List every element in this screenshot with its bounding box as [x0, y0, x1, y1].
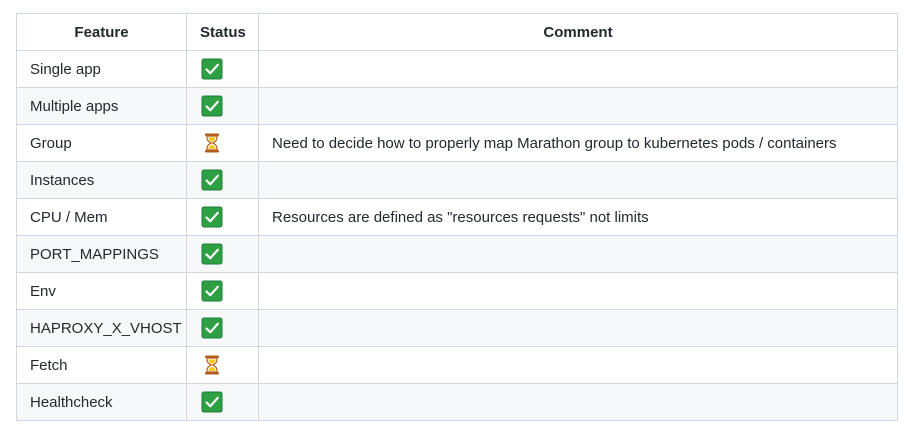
status-cell — [186, 161, 259, 199]
status-cell — [186, 87, 259, 125]
feature-cell: Instances — [16, 161, 187, 199]
status-column-header: Status — [186, 13, 259, 51]
comment-cell — [258, 346, 898, 384]
check-mark-icon — [201, 280, 223, 302]
feature-cell: HAPROXY_X_VHOST — [16, 309, 187, 347]
feature-cell: Env — [16, 272, 187, 310]
check-mark-icon — [201, 58, 223, 80]
feature-cell: Fetch — [16, 346, 187, 384]
table-body: Single app Multiple apps Group Need to deci… — [16, 50, 898, 421]
status-cell — [186, 383, 259, 421]
table-header-row: Feature Status Comment — [16, 13, 898, 51]
comment-cell: Resources are defined as "resources requ… — [258, 198, 898, 236]
table-row: Instances — [16, 161, 898, 199]
feature-status-table: Feature Status Comment Single app Multipl… — [16, 13, 898, 421]
feature-column-header: Feature — [16, 13, 187, 51]
status-cell — [186, 309, 259, 347]
table-row: Single app — [16, 50, 898, 88]
comment-cell — [258, 272, 898, 310]
feature-cell: Healthcheck — [16, 383, 187, 421]
status-cell — [186, 235, 259, 273]
check-mark-icon — [201, 95, 223, 117]
check-mark-icon — [201, 243, 223, 265]
table-row: CPU / Mem Resources are defined as "resou… — [16, 198, 898, 236]
table-row: PORT_MAPPINGS — [16, 235, 898, 273]
comment-cell — [258, 235, 898, 273]
table-row: Fetch — [16, 346, 898, 384]
comment-cell — [258, 161, 898, 199]
comment-column-header: Comment — [258, 13, 898, 51]
check-mark-icon — [201, 206, 223, 228]
table-row: Group Need to decide how to properly map … — [16, 124, 898, 162]
status-cell — [186, 272, 259, 310]
feature-cell: Single app — [16, 50, 187, 88]
feature-cell: CPU / Mem — [16, 198, 187, 236]
comment-cell — [258, 50, 898, 88]
hourglass-icon — [201, 354, 223, 376]
comment-cell — [258, 87, 898, 125]
feature-cell: PORT_MAPPINGS — [16, 235, 187, 273]
check-mark-icon — [201, 169, 223, 191]
hourglass-icon — [201, 132, 223, 154]
status-cell — [186, 50, 259, 88]
feature-cell: Multiple apps — [16, 87, 187, 125]
check-mark-icon — [201, 391, 223, 413]
table-row: Healthcheck — [16, 383, 898, 421]
comment-cell: Need to decide how to properly map Marat… — [258, 124, 898, 162]
table-row: Multiple apps — [16, 87, 898, 125]
status-cell — [186, 124, 259, 162]
status-cell — [186, 198, 259, 236]
table-row: Env — [16, 272, 898, 310]
comment-cell — [258, 383, 898, 421]
comment-cell — [258, 309, 898, 347]
status-cell — [186, 346, 259, 384]
feature-cell: Group — [16, 124, 187, 162]
table-row: HAPROXY_X_VHOST — [16, 309, 898, 347]
check-mark-icon — [201, 317, 223, 339]
